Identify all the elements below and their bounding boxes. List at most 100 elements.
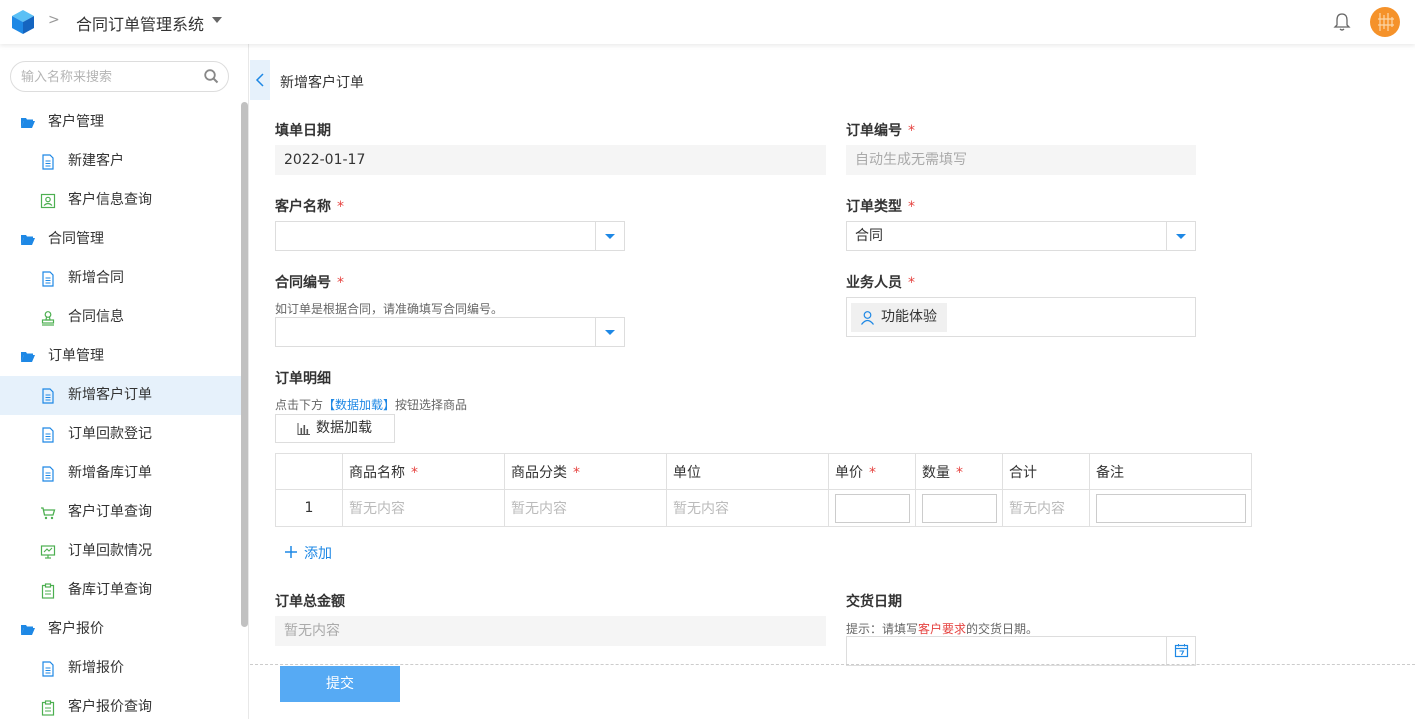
collapse-button[interactable] bbox=[250, 60, 270, 100]
footer-divider bbox=[250, 664, 1415, 665]
total-cell: 暂无内容 bbox=[1002, 489, 1090, 527]
sidebar-item-label: 订单回款情况 bbox=[68, 543, 152, 559]
avatar-pattern-icon bbox=[1378, 13, 1394, 31]
sidebar-item-customer-query[interactable]: 客户信息查询 bbox=[0, 181, 241, 220]
product-category-cell[interactable]: 暂无内容 bbox=[504, 489, 667, 527]
sidebar-group-order[interactable]: 订单管理 bbox=[0, 337, 241, 376]
sidebar-item-label: 新建客户 bbox=[68, 153, 124, 169]
folder-open-icon bbox=[21, 625, 35, 635]
dropdown-arrow-icon[interactable] bbox=[595, 318, 624, 346]
search-icon[interactable] bbox=[204, 69, 219, 84]
column-header-unit-price: 单价 * bbox=[828, 453, 916, 490]
order-type-label: 订单类型 * bbox=[846, 199, 915, 215]
contract-no-hint: 如订单是根据合同，请准确填写合同编号。 bbox=[275, 302, 504, 316]
table-row: 1 暂无内容 暂无内容 暂无内容 暂无内容 bbox=[275, 489, 1252, 527]
sidebar-item-customer-order-query[interactable]: 客户订单查询 bbox=[0, 493, 241, 532]
folder-open-icon bbox=[21, 118, 35, 128]
sidebar-item-label: 合同管理 bbox=[48, 231, 104, 247]
sidebar-item-order-payment-register[interactable]: 订单回款登记 bbox=[0, 415, 241, 454]
salesperson-chip[interactable]: 功能体验 bbox=[851, 303, 947, 332]
sidebar-item-label: 订单管理 bbox=[48, 348, 104, 364]
salesperson-field[interactable]: 功能体验 bbox=[846, 297, 1196, 337]
sidebar-item-stock-order-query[interactable]: 备库订单查询 bbox=[0, 571, 241, 610]
user-icon bbox=[861, 311, 874, 325]
caret-down-icon[interactable] bbox=[212, 17, 222, 23]
dropdown-arrow-icon[interactable] bbox=[1166, 222, 1195, 250]
column-header-index bbox=[275, 453, 343, 490]
sidebar-item-label: 新增客户订单 bbox=[68, 387, 152, 403]
product-name-cell[interactable]: 暂无内容 bbox=[342, 489, 505, 527]
cart-icon bbox=[41, 507, 56, 520]
sidebar-item-label: 订单回款登记 bbox=[68, 426, 152, 442]
load-data-button[interactable]: 数据加载 bbox=[275, 414, 395, 443]
quantity-input[interactable] bbox=[922, 493, 997, 523]
monitor-icon bbox=[40, 545, 56, 559]
column-header-product-name: 商品名称 * bbox=[342, 453, 505, 490]
document-icon bbox=[42, 427, 54, 443]
document-icon bbox=[42, 154, 54, 170]
sidebar-item-label: 新增报价 bbox=[68, 660, 124, 676]
sidebar-item-label: 合同信息 bbox=[68, 309, 124, 325]
sidebar-item-new-customer[interactable]: 新建客户 bbox=[0, 142, 241, 181]
contract-no-label: 合同编号 * bbox=[275, 275, 344, 291]
sidebar-scrollbar[interactable] bbox=[241, 102, 248, 627]
column-header-quantity: 数量 * bbox=[915, 453, 1003, 490]
salesperson-label: 业务人员 * bbox=[846, 275, 915, 291]
sidebar-nav: 客户管理 新建客户 客户信息查询 合同管理 新增合同 合同信息 订单管理 新增客… bbox=[0, 103, 241, 727]
sidebar-item-quote-query[interactable]: 客户报价查询 bbox=[0, 688, 241, 727]
document-icon bbox=[42, 661, 54, 677]
note-input[interactable] bbox=[1096, 493, 1246, 523]
row-index: 1 bbox=[275, 489, 343, 527]
sidebar-item-label: 备库订单查询 bbox=[68, 582, 152, 598]
unit-price-cell bbox=[828, 489, 916, 527]
sidebar-group-customer[interactable]: 客户管理 bbox=[0, 103, 241, 142]
unit-price-input[interactable] bbox=[835, 493, 910, 523]
bell-icon[interactable] bbox=[1333, 12, 1351, 32]
dropdown-arrow-icon[interactable] bbox=[595, 222, 624, 250]
unit-cell[interactable]: 暂无内容 bbox=[666, 489, 829, 527]
plus-icon bbox=[285, 546, 297, 558]
delivery-date-input[interactable] bbox=[846, 636, 1196, 666]
sidebar-item-contract-info[interactable]: 合同信息 bbox=[0, 298, 241, 337]
sidebar-group-quote[interactable]: 客户报价 bbox=[0, 610, 241, 649]
app-title[interactable]: 合同订单管理系统 bbox=[76, 11, 204, 35]
note-cell bbox=[1089, 489, 1252, 527]
sidebar-item-new-customer-order[interactable]: 新增客户订单 bbox=[0, 376, 241, 415]
sidebar-item-label: 客户订单查询 bbox=[68, 504, 152, 520]
order-no-field: 自动生成无需填写 bbox=[846, 145, 1196, 175]
search-input[interactable] bbox=[21, 68, 201, 86]
sidebar-item-label: 新增合同 bbox=[68, 270, 124, 286]
sidebar-item-new-contract[interactable]: 新增合同 bbox=[0, 259, 241, 298]
sidebar-item-label: 客户报价查询 bbox=[68, 699, 152, 715]
sidebar-item-order-payment-status[interactable]: 订单回款情况 bbox=[0, 532, 241, 571]
order-type-select[interactable]: 合同 bbox=[846, 221, 1196, 251]
chevron-right-icon: > bbox=[48, 12, 60, 28]
search-box bbox=[10, 61, 229, 92]
total-amount-field: 暂无内容 bbox=[275, 616, 826, 646]
table-header-row: 商品名称 * 商品分类 * 单位 单价 * 数量 * 合计 备注 bbox=[275, 453, 1252, 490]
bar-chart-icon bbox=[297, 423, 310, 435]
avatar[interactable] bbox=[1370, 7, 1400, 37]
calendar-icon bbox=[1174, 644, 1189, 658]
fill-date-label: 填单日期 bbox=[275, 123, 331, 139]
chevron-left-icon bbox=[255, 73, 264, 87]
top-bar: > 合同订单管理系统 bbox=[0, 0, 1415, 44]
document-icon bbox=[42, 388, 54, 404]
clipboard-icon bbox=[41, 700, 55, 716]
calendar-button[interactable] bbox=[1166, 637, 1195, 665]
cube-logo-icon[interactable] bbox=[10, 9, 36, 35]
sidebar-item-new-stock-order[interactable]: 新增备库订单 bbox=[0, 454, 241, 493]
submit-button[interactable]: 提交 bbox=[280, 666, 400, 702]
order-details-label: 订单明细 bbox=[275, 371, 331, 387]
document-icon bbox=[42, 466, 54, 482]
stamp-icon bbox=[41, 311, 55, 326]
contract-no-select[interactable] bbox=[275, 317, 625, 347]
main-content: 新增客户订单 填单日期 2022-01-17 订单编号 * 自动生成无需填写 客户… bbox=[250, 44, 1415, 719]
sidebar-item-new-quote[interactable]: 新增报价 bbox=[0, 649, 241, 688]
order-no-label: 订单编号 * bbox=[846, 123, 915, 139]
add-row-button[interactable]: 添加 bbox=[284, 543, 332, 563]
delivery-date-hint: 提示：请填写客户要求的交货日期。 bbox=[846, 622, 1039, 636]
customer-name-select[interactable] bbox=[275, 221, 625, 251]
sidebar-group-contract[interactable]: 合同管理 bbox=[0, 220, 241, 259]
sidebar-item-label: 新增备库订单 bbox=[68, 465, 152, 481]
